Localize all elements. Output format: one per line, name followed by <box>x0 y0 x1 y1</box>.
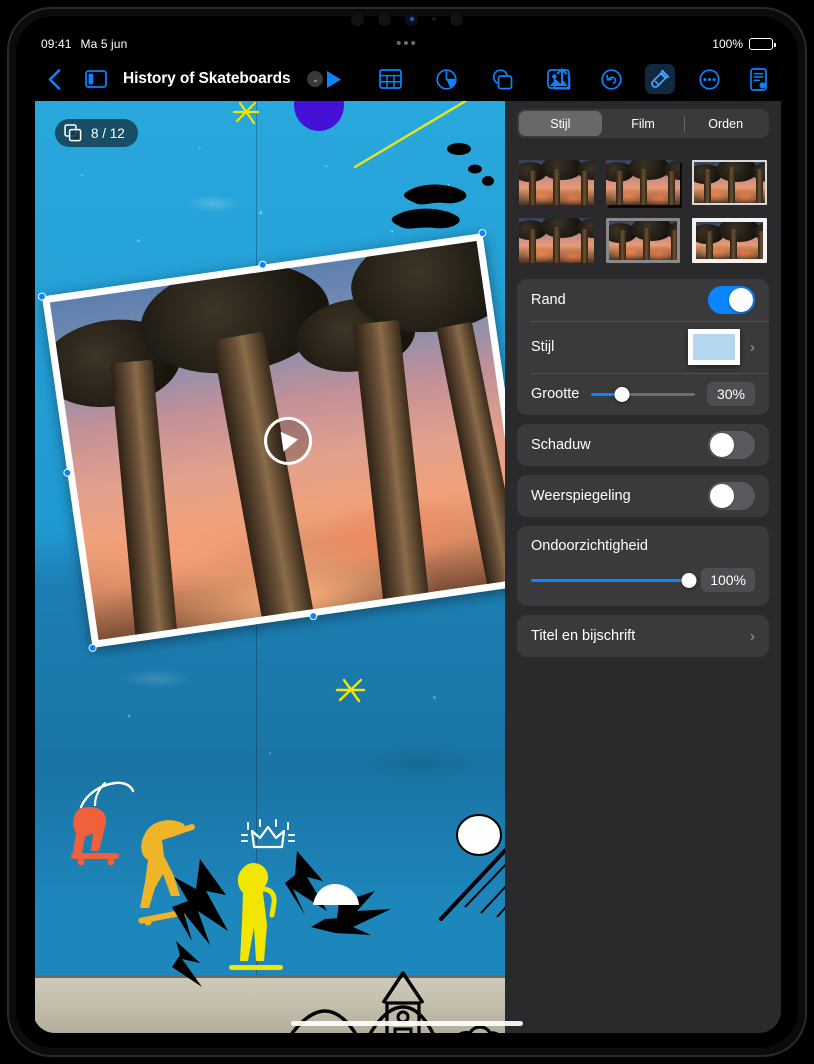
reflection-label: Weerspiegeling <box>531 488 631 504</box>
tree-trunk <box>353 319 430 610</box>
play-icon <box>280 429 299 452</box>
style-thumbnail-4[interactable] <box>519 218 594 263</box>
table-icon[interactable] <box>375 64 405 94</box>
style-thumbnail-3[interactable] <box>692 160 767 205</box>
style-thumbnail-5[interactable] <box>605 218 681 263</box>
format-brush-icon[interactable] <box>645 64 675 94</box>
graffiti-white-crown <box>240 819 296 853</box>
sensor-dot <box>351 12 364 26</box>
slide-counter-label: 8 / 12 <box>91 125 125 141</box>
status-time: 09:41 <box>41 37 72 51</box>
tab-orden[interactable]: Orden <box>684 111 767 136</box>
sensor-dot <box>378 12 391 26</box>
shadow-toggle[interactable] <box>708 431 755 459</box>
opacity-row: 100% <box>531 568 755 592</box>
sidebar-toggle-icon[interactable] <box>81 64 111 94</box>
status-bar-left: 09:41 Ma 5 jun <box>41 37 127 51</box>
document-notes-icon[interactable] <box>743 64 773 94</box>
slides-icon <box>64 124 82 142</box>
title-caption-row[interactable]: Titel en bijschrift › <box>517 615 769 657</box>
selected-media-object[interactable] <box>37 228 505 653</box>
graffiti-black-blobs <box>387 139 497 231</box>
app-toolbar: History of Skateboards ⌄ <box>33 57 781 101</box>
shape-icon[interactable] <box>487 64 517 94</box>
sensor-dot-small <box>432 17 436 21</box>
graffiti-yellow-star-top <box>231 101 261 131</box>
status-bar-right: 100% <box>712 37 776 51</box>
device-screen: 09:41 Ma 5 jun ••• 100% History of Skate… <box>33 31 781 1033</box>
border-size-value[interactable]: 30% <box>707 382 755 406</box>
ipad-device: 09:41 Ma 5 jun ••• 100% History of Skate… <box>0 0 814 1064</box>
border-style-swatch[interactable] <box>688 329 740 365</box>
tree-trunk <box>211 331 315 627</box>
status-date: Ma 5 jun <box>80 37 128 51</box>
title-caption-group: Titel en bijschrift › <box>517 615 769 657</box>
style-thumbnail-grid <box>519 160 767 263</box>
tab-stijl[interactable]: Stijl <box>519 111 602 136</box>
title-caption-label: Titel en bijschrift <box>531 628 636 644</box>
style-thumbnail-1[interactable] <box>519 160 594 205</box>
slide-canvas[interactable]: 8 / 12 <box>35 101 505 1033</box>
reflection-group: Weerspiegeling <box>517 475 769 517</box>
page-title[interactable]: History of Skateboards <box>123 70 291 88</box>
shadow-group: Schaduw <box>517 424 769 466</box>
front-sensor-array <box>327 8 487 30</box>
border-group: Rand Stijl › Grootte 30% <box>517 279 769 415</box>
graffiti-black-hatched-triangle <box>435 791 505 991</box>
border-style-label: Stijl <box>531 339 555 355</box>
graffiti-yellow-star-lower <box>335 676 367 710</box>
style-thumbnail-6-selected[interactable] <box>692 218 767 263</box>
selection-handle-tc[interactable] <box>257 260 267 270</box>
border-size-label: Grootte <box>531 386 580 402</box>
shadow-row: Schaduw <box>517 424 769 466</box>
inspector-tabs: Stijl Film Orden <box>517 109 769 138</box>
home-indicator[interactable] <box>291 1021 523 1026</box>
toolbar-insert-group <box>319 64 573 94</box>
toolbar-right-group <box>547 64 773 94</box>
tab-film[interactable]: Film <box>602 111 685 136</box>
more-icon[interactable] <box>694 64 724 94</box>
selection-handle-ml[interactable] <box>62 467 72 477</box>
toolbar-left-group: History of Skateboards ⌄ <box>39 64 324 94</box>
undo-icon[interactable] <box>596 64 626 94</box>
back-button[interactable] <box>39 64 69 94</box>
format-inspector-panel: Stijl Film Orden Rand Stijl › Grootte 30… <box>505 101 781 1033</box>
shadow-label: Schaduw <box>531 437 591 453</box>
border-toggle[interactable] <box>708 286 755 314</box>
chevron-right-icon: › <box>750 627 755 645</box>
front-camera-icon <box>405 12 418 26</box>
battery-percent-label: 100% <box>712 37 743 51</box>
battery-icon <box>749 38 776 50</box>
border-style-row[interactable]: Stijl › <box>517 321 769 373</box>
border-label: Rand <box>531 292 566 308</box>
chevron-right-icon: › <box>750 338 755 356</box>
graffiti-white-hill-shapes <box>311 881 361 907</box>
graffiti-purple-circle <box>293 101 345 133</box>
opacity-slider[interactable] <box>531 570 697 590</box>
share-icon[interactable] <box>547 64 577 94</box>
media-photo <box>49 241 505 640</box>
selection-handle-tl[interactable] <box>37 292 47 302</box>
tree-trunk <box>436 321 505 594</box>
slide-counter-badge[interactable]: 8 / 12 <box>55 119 138 147</box>
style-thumbnail-2[interactable] <box>605 160 681 205</box>
border-size-slider[interactable] <box>591 384 695 404</box>
border-row: Rand <box>517 279 769 321</box>
opacity-group: Ondoorzichtigheid 100% <box>517 526 769 606</box>
border-size-row: Grootte 30% <box>517 373 769 415</box>
sensor-dot <box>450 12 463 26</box>
tree-trunk <box>110 359 178 640</box>
opacity-label: Ondoorzichtigheid <box>531 538 648 554</box>
play-button[interactable] <box>319 64 349 94</box>
chart-icon[interactable] <box>431 64 461 94</box>
multitasking-dots[interactable]: ••• <box>396 36 418 51</box>
opacity-value[interactable]: 100% <box>701 568 755 592</box>
reflection-toggle[interactable] <box>708 482 755 510</box>
status-bar: 09:41 Ma 5 jun ••• 100% <box>33 31 781 57</box>
reflection-row: Weerspiegeling <box>517 475 769 517</box>
